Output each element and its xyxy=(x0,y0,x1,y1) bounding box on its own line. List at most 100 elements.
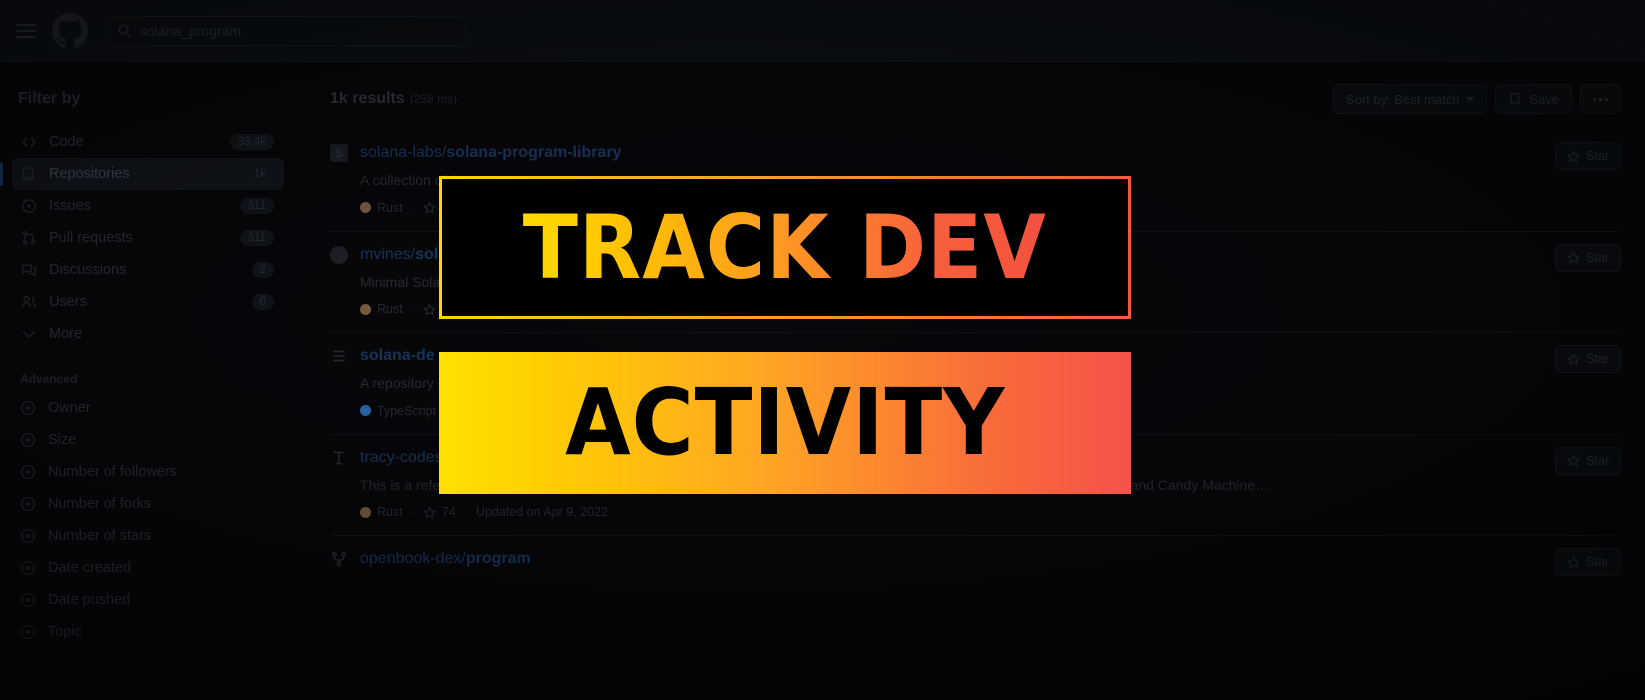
results-header: 1k results (258 ms) Sort by: Best match S… xyxy=(330,82,1621,116)
more-options-button[interactable] xyxy=(1580,84,1621,114)
kebab-icon xyxy=(1593,97,1608,101)
plus-circle-icon xyxy=(20,592,36,608)
advanced-filter-label: Number of stars xyxy=(48,528,152,544)
hamburger-icon[interactable] xyxy=(16,23,36,38)
sidebar-item-count: 2 xyxy=(251,262,274,278)
sidebar-item-count: 311 xyxy=(239,230,274,246)
repo-link[interactable]: openbook-dex/program xyxy=(360,550,531,568)
sidebar-item-more[interactable]: More xyxy=(12,318,284,350)
repo-icon xyxy=(20,166,37,183)
search-input-value: solana_program xyxy=(140,22,242,39)
advanced-filter-label: Date created xyxy=(48,560,132,576)
repo-list-icon xyxy=(330,347,348,365)
star-icon xyxy=(423,506,436,519)
star-icon xyxy=(1567,352,1580,366)
github-logo-icon[interactable] xyxy=(52,12,88,49)
sidebar-item-label: More xyxy=(49,326,83,342)
sidebar-item-issues[interactable]: Issues 311 xyxy=(12,190,284,222)
results-toolbar: Sort by: Best match Save xyxy=(1332,84,1621,114)
advanced-filter-label: Number of followers xyxy=(48,464,177,480)
sidebar-item-count: 311 xyxy=(239,198,274,214)
advanced-filter-label: Size xyxy=(48,432,77,448)
search-input[interactable]: solana_program xyxy=(106,15,466,46)
repo-title: program xyxy=(465,550,531,568)
sidebar-item-label: Repositories xyxy=(49,166,130,182)
meta-separator: · xyxy=(463,505,468,520)
plus-circle-icon xyxy=(20,496,36,512)
star-icon xyxy=(423,201,436,214)
sort-by-dropdown[interactable]: Sort by: Best match xyxy=(1332,84,1488,114)
star-button-label: Star xyxy=(1586,352,1609,367)
sidebar-item-code[interactable]: Code 33.4k xyxy=(12,126,284,158)
result-meta: Rust · 74 · Updated on Apr 9, 2022 xyxy=(360,505,1621,519)
repo-link[interactable]: solana-de xyxy=(360,347,435,365)
plus-circle-icon xyxy=(20,624,36,640)
repo-template-icon xyxy=(330,449,348,467)
advanced-filter-size[interactable]: Size xyxy=(12,424,284,456)
star-button[interactable]: Star xyxy=(1555,345,1621,374)
advanced-filter-date-pushed[interactable]: Date pushed xyxy=(12,584,284,616)
language-color-dot xyxy=(360,303,371,315)
star-button[interactable]: Star xyxy=(1555,548,1621,577)
filter-nav-list: Code 33.4k Repositories 1k Issues 311 Pu… xyxy=(0,126,284,350)
save-label: Save xyxy=(1529,91,1559,107)
banner-line-2: ACTIVITY xyxy=(439,352,1131,494)
star-button-label: Star xyxy=(1586,149,1609,163)
chevron-down-icon xyxy=(20,326,37,343)
advanced-filter-number-of-forks[interactable]: Number of forks xyxy=(12,488,284,520)
save-button[interactable]: Save xyxy=(1495,84,1572,114)
banner-line-1-text: TRACK DEV xyxy=(522,195,1047,299)
results-time: (258 ms) xyxy=(409,92,458,106)
language-label: TypeScript xyxy=(377,403,437,418)
star-button[interactable]: Star xyxy=(1555,243,1621,272)
repo-forked-icon xyxy=(330,550,348,568)
advanced-filter-owner[interactable]: Owner xyxy=(12,392,284,424)
repo-owner: tracy-codes/ xyxy=(360,448,448,466)
star-button[interactable]: Star xyxy=(1555,446,1621,475)
issue-icon xyxy=(20,198,37,215)
language-label: Rust xyxy=(377,302,403,317)
advanced-filter-number-of-followers[interactable]: Number of followers xyxy=(12,456,284,488)
result-title[interactable]: S solana-labs/solana-program-library xyxy=(330,144,1621,162)
advanced-filter-label: Topic xyxy=(48,624,82,640)
plus-circle-icon xyxy=(20,464,36,480)
sidebar-item-repositories[interactable]: Repositories 1k xyxy=(0,158,284,190)
banner-line-1: TRACK DEV xyxy=(439,176,1131,319)
advanced-section-heading: Advanced xyxy=(20,372,78,386)
meta-separator: · xyxy=(410,302,415,317)
advanced-filter-number-of-stars[interactable]: Number of stars xyxy=(12,520,284,552)
advanced-filter-topic[interactable]: Topic xyxy=(12,616,284,648)
repo-link[interactable]: solana-labs/solana-program-library xyxy=(360,144,621,162)
star-icon xyxy=(1567,251,1580,264)
language-color-dot xyxy=(360,506,371,518)
discussion-icon xyxy=(20,262,37,279)
sidebar-item-discussions[interactable]: Discussions 2 xyxy=(12,254,284,286)
pull-request-icon xyxy=(20,230,37,247)
language-label: Rust xyxy=(377,505,403,520)
repo-owner: solana-labs/ xyxy=(360,144,447,161)
star-icon xyxy=(423,302,436,316)
filter-by-heading: Filter by xyxy=(18,90,81,107)
language-color-dot xyxy=(360,202,371,214)
result-title[interactable]: openbook-dex/program xyxy=(330,550,1621,568)
sidebar-item-pull-requests[interactable]: Pull requests 311 xyxy=(12,222,284,254)
star-button[interactable]: Star xyxy=(1555,142,1621,170)
sidebar-item-count: 0 xyxy=(251,294,274,310)
advanced-filter-list: Owner Size Number of followers Number of… xyxy=(12,392,284,648)
meta-separator: · xyxy=(410,505,415,520)
repo-owner: openbook-dex/ xyxy=(360,550,466,568)
star-button-label: Star xyxy=(1586,453,1609,468)
sidebar-item-label: Code xyxy=(49,134,84,150)
meta-separator: · xyxy=(410,200,415,215)
language-label: Rust xyxy=(377,200,403,215)
star-icon xyxy=(1567,556,1580,569)
advanced-filter-label: Owner xyxy=(48,400,91,416)
repo-title: solana-de xyxy=(360,347,435,365)
star-icon xyxy=(1567,454,1580,467)
advanced-filter-date-created[interactable]: Date created xyxy=(12,552,284,584)
top-navigation-bar: solana_program xyxy=(0,0,1645,62)
banner-line-2-text: ACTIVITY xyxy=(564,369,1006,476)
advanced-filter-label: Date pushed xyxy=(48,592,131,608)
sidebar-item-users[interactable]: Users 0 xyxy=(12,286,284,318)
repo-title: solana-program-library xyxy=(446,144,622,161)
